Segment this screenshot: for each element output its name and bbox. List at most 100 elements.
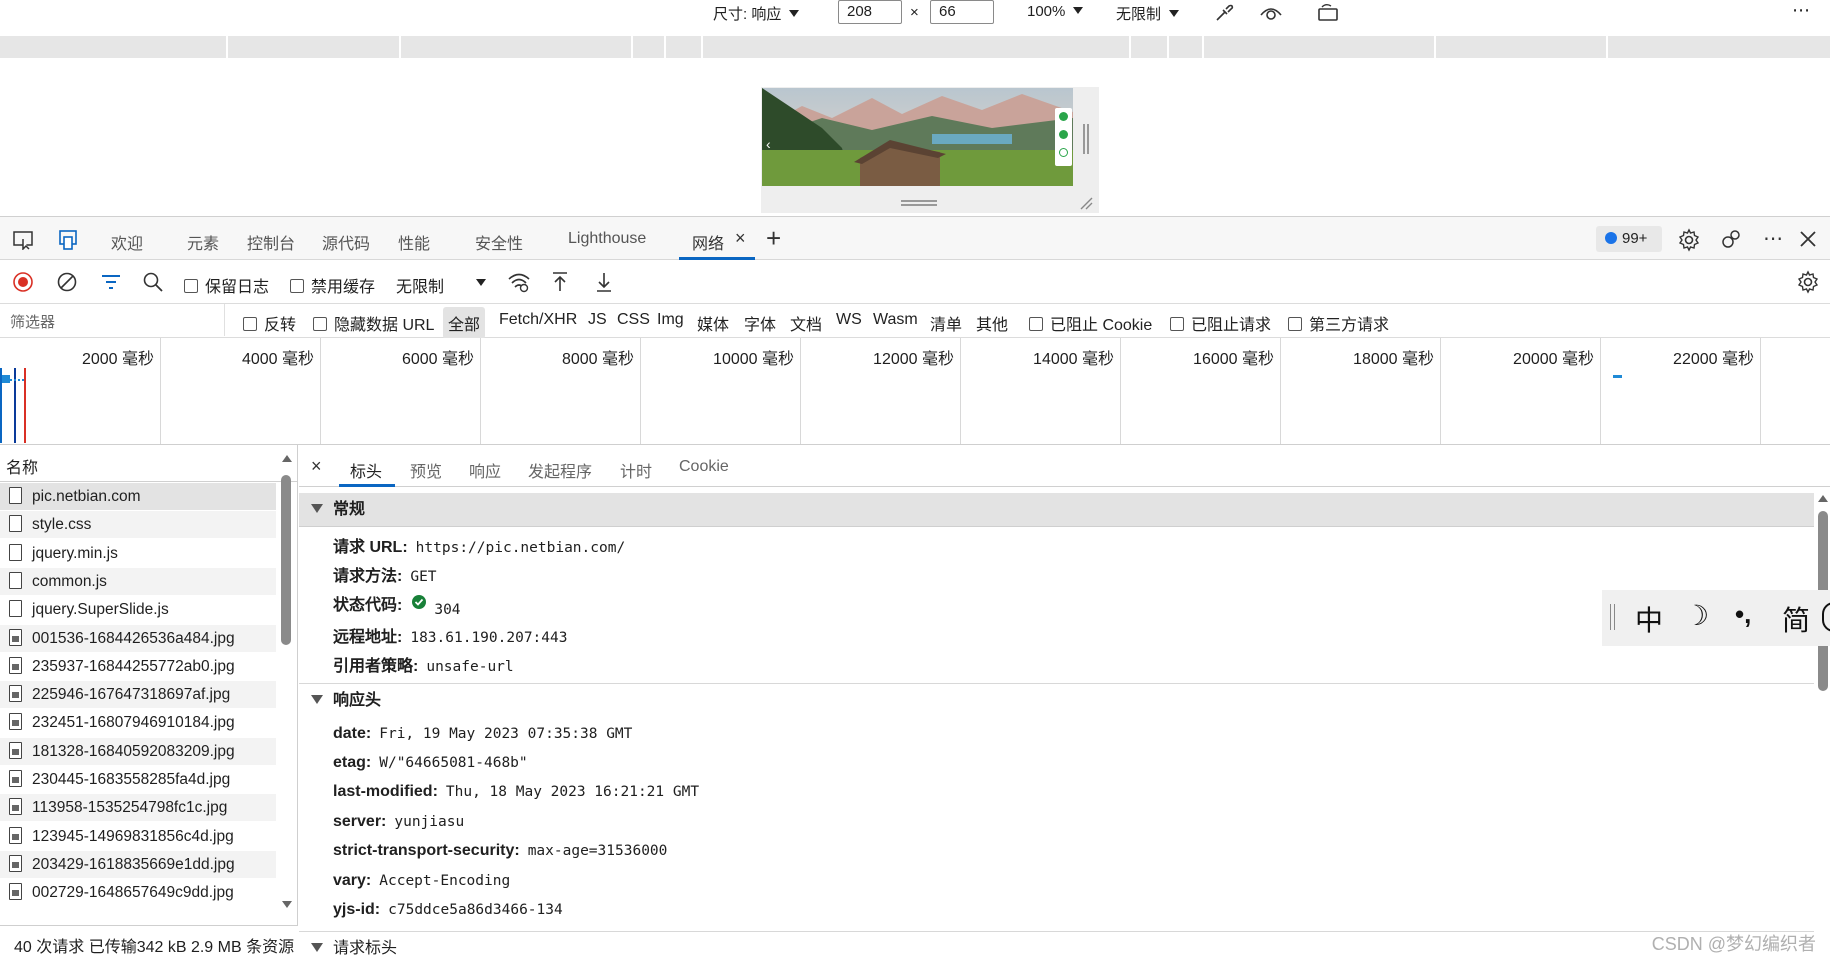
tab-lighthouse[interactable]: Lighthouse <box>568 230 646 248</box>
request-row[interactable]: 230445-1683558285fa4d.jpg <box>0 766 276 793</box>
filter-type-media[interactable]: 媒体 <box>697 311 729 335</box>
tab-welcome[interactable]: 欢迎 <box>111 230 143 254</box>
filter-type-js[interactable]: JS <box>588 311 607 329</box>
ime-chinese-mode[interactable]: 中 <box>1635 599 1663 639</box>
filter-input[interactable]: 筛选器 <box>0 304 225 336</box>
tab-console[interactable]: 控制台 <box>247 230 295 254</box>
media-query-bar[interactable] <box>0 36 1830 58</box>
filter-type-font[interactable]: 字体 <box>744 311 776 335</box>
add-tab-icon[interactable]: + <box>766 223 781 254</box>
inspect-element-icon[interactable] <box>12 229 36 251</box>
media-query-segment[interactable] <box>401 36 633 58</box>
media-query-segment[interactable] <box>1131 36 1169 58</box>
device-more-button[interactable]: ⋯ <box>1792 0 1810 21</box>
tab-preview[interactable]: 预览 <box>410 458 442 482</box>
details-scrollbar[interactable] <box>1816 493 1830 963</box>
disable-cache-checkbox[interactable]: 禁用缓存 <box>290 273 375 297</box>
tab-cookies[interactable]: Cookie <box>679 458 729 476</box>
close-details-icon[interactable]: × <box>311 456 322 477</box>
media-query-segment[interactable] <box>666 36 703 58</box>
viewport-height-input[interactable]: 66 <box>930 0 994 24</box>
column-header-name[interactable]: 名称 <box>0 445 297 482</box>
filter-type-manifest[interactable]: 清单 <box>930 311 962 335</box>
section-request-headers-header[interactable]: 请求标头 <box>299 932 1814 965</box>
media-query-segment[interactable] <box>1204 36 1436 58</box>
ime-drag-handle[interactable] <box>1610 604 1615 630</box>
feedback-icon[interactable] <box>1718 227 1744 253</box>
request-row[interactable]: 203429-1618835669e1dd.jpg <box>0 850 276 878</box>
zoom-dropdown[interactable]: 100% <box>1027 3 1084 20</box>
issues-badge[interactable]: 99+ <box>1596 226 1662 252</box>
tab-sources[interactable]: 源代码 <box>322 230 370 254</box>
media-query-segment[interactable] <box>1608 36 1830 58</box>
media-query-segment[interactable] <box>0 36 228 58</box>
filter-type-img[interactable]: Img <box>657 311 684 329</box>
filter-icon[interactable] <box>99 271 123 293</box>
viewport-width-input[interactable]: 208 <box>838 0 902 24</box>
vision-deficiency-icon[interactable] <box>1258 1 1284 25</box>
section-response-headers-header[interactable]: 响应头 <box>299 684 1814 717</box>
blocked-cookies-checkbox[interactable]: 已阻止 Cookie <box>1029 311 1152 335</box>
tab-security[interactable]: 安全性 <box>475 230 523 254</box>
request-row[interactable]: 181328-16840592083209.jpg <box>0 737 276 765</box>
scrollbar-thumb[interactable] <box>281 475 291 645</box>
floating-share-widget[interactable] <box>1055 108 1072 166</box>
filter-type-doc[interactable]: 文档 <box>790 311 822 335</box>
rotate-icon[interactable] <box>1315 1 1341 25</box>
request-row[interactable]: 123945-14969831856c4d.jpg <box>0 823 276 850</box>
record-icon[interactable] <box>12 271 34 293</box>
tab-initiator[interactable]: 发起程序 <box>528 458 592 482</box>
resize-corner-icon[interactable] <box>1079 196 1093 210</box>
clear-icon[interactable] <box>56 271 78 293</box>
request-row[interactable]: 232451-16807946910184.jpg <box>0 709 276 736</box>
viewport-resize-handle[interactable] <box>1083 124 1089 154</box>
ime-half-width-icon[interactable]: ☽ <box>1684 599 1709 632</box>
viewport-resize-handle[interactable] <box>901 200 937 206</box>
scroll-up-icon[interactable] <box>282 455 292 462</box>
request-row[interactable]: 235937-16844255772ab0.jpg <box>0 653 276 680</box>
ime-simplified-mode[interactable]: 简 <box>1782 599 1810 639</box>
network-throttle-select[interactable]: 无限制 <box>396 273 488 297</box>
section-general-header[interactable]: 常规 <box>299 493 1814 527</box>
media-query-segment[interactable] <box>633 36 666 58</box>
more-options-icon[interactable]: ⋯ <box>1760 225 1786 251</box>
tab-elements[interactable]: 元素 <box>187 230 219 254</box>
third-party-checkbox[interactable]: 第三方请求 <box>1288 311 1389 335</box>
request-row[interactable]: pic.netbian.com <box>0 483 276 510</box>
import-har-icon[interactable] <box>549 271 571 293</box>
filter-type-ws[interactable]: WS <box>836 311 862 329</box>
network-conditions-icon[interactable] <box>506 271 532 293</box>
tab-response[interactable]: 响应 <box>469 458 501 482</box>
network-settings-gear-icon[interactable] <box>1795 270 1821 294</box>
slider-prev-icon[interactable]: ‹ <box>766 136 771 152</box>
preserve-log-checkbox[interactable]: 保留日志 <box>184 273 269 297</box>
invert-checkbox[interactable]: 反转 <box>243 311 296 335</box>
device-throttle-dropdown[interactable]: 无限制 <box>1116 3 1180 24</box>
request-row[interactable]: common.js <box>0 567 276 595</box>
request-row[interactable]: style.css <box>0 511 276 539</box>
scroll-up-icon[interactable] <box>1818 495 1828 502</box>
eyedropper-icon[interactable] <box>1212 1 1236 25</box>
request-row[interactable]: 002729-1648657649c9dd.jpg <box>0 879 276 906</box>
timeline-overview[interactable]: 2000 毫秒 4000 毫秒 6000 毫秒 8000 毫秒 10000 毫秒 1200… <box>0 338 1830 445</box>
filter-type-all[interactable]: 全部 <box>443 307 486 339</box>
media-query-segment[interactable] <box>703 36 1131 58</box>
ime-punctuation-icon[interactable]: •, <box>1735 599 1751 630</box>
scroll-down-icon[interactable] <box>282 901 292 908</box>
request-row[interactable]: jquery.SuperSlide.js <box>0 596 276 623</box>
filter-type-wasm[interactable]: Wasm <box>873 311 918 329</box>
media-query-segment[interactable] <box>228 36 401 58</box>
media-query-segment[interactable] <box>1436 36 1608 58</box>
filter-type-fetch-xhr[interactable]: Fetch/XHR <box>499 311 577 329</box>
search-icon[interactable] <box>142 271 164 293</box>
blocked-requests-checkbox[interactable]: 已阻止请求 <box>1170 311 1271 335</box>
ime-settings-icon[interactable] <box>1822 602 1830 632</box>
filter-type-other[interactable]: 其他 <box>976 311 1008 335</box>
request-row[interactable]: jquery.min.js <box>0 540 276 567</box>
close-tab-icon[interactable]: × <box>735 228 746 249</box>
hide-data-url-checkbox[interactable]: 隐藏数据 URL <box>313 311 434 335</box>
request-row[interactable]: 001536-1684426536a484.jpg <box>0 624 276 652</box>
tab-performance[interactable]: 性能 <box>398 230 430 254</box>
media-query-segment[interactable] <box>1169 36 1204 58</box>
request-row[interactable]: 113958-1535254798fc1c.jpg <box>0 794 276 822</box>
